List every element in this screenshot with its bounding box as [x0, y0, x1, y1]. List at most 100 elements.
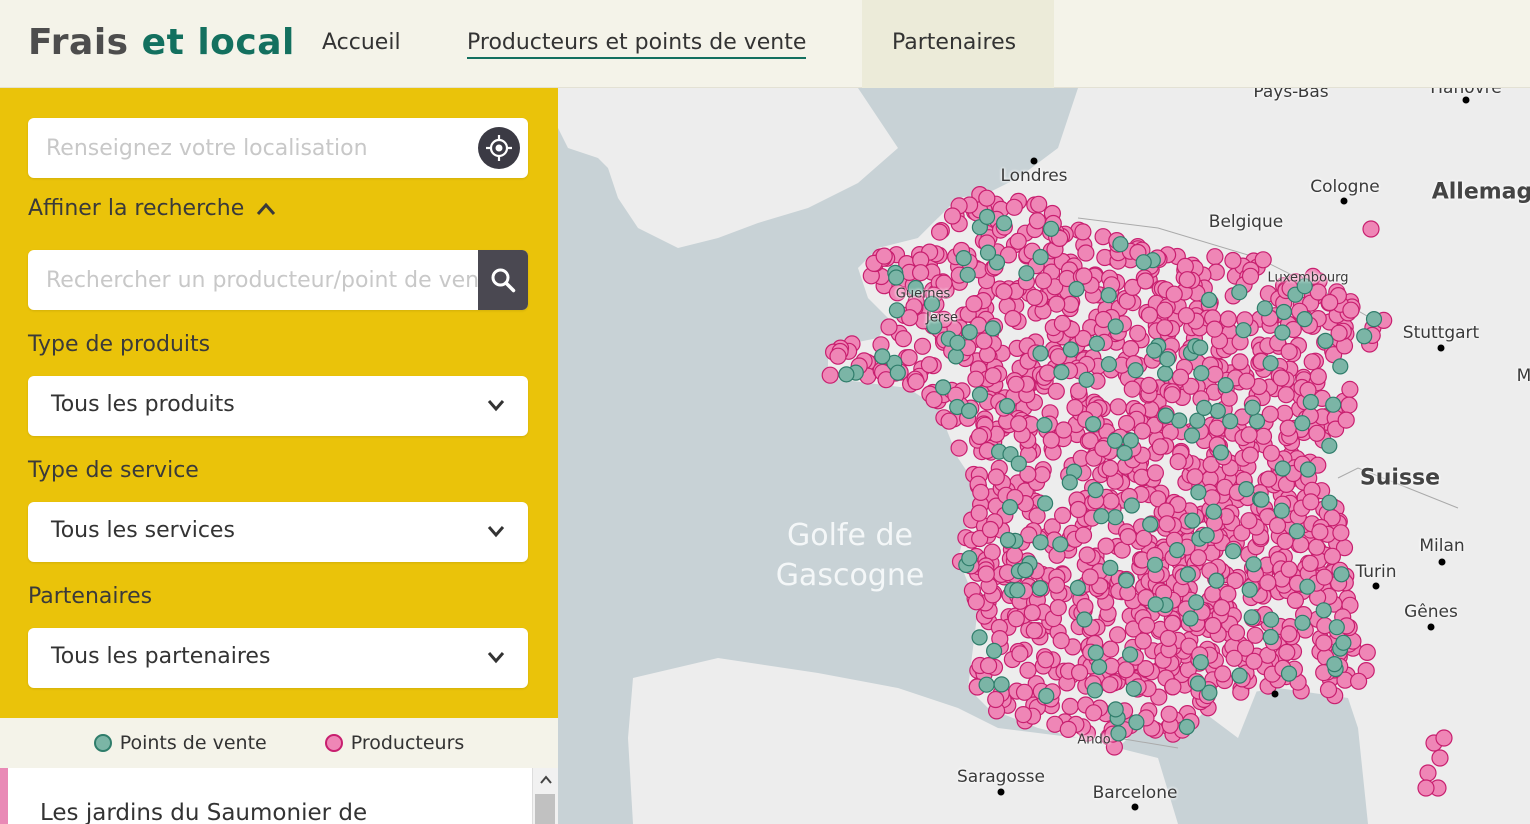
- store-marker[interactable]: [1116, 444, 1133, 462]
- results-scrollbar[interactable]: [532, 768, 558, 824]
- producer-marker[interactable]: [1311, 523, 1329, 541]
- producer-marker[interactable]: [987, 690, 1005, 709]
- store-marker[interactable]: [1142, 516, 1159, 533]
- store-marker[interactable]: [1037, 495, 1054, 512]
- producer-marker[interactable]: [1268, 516, 1287, 535]
- store-marker[interactable]: [1001, 499, 1019, 516]
- producer-marker[interactable]: [1227, 624, 1246, 642]
- producer-marker[interactable]: [1164, 678, 1182, 696]
- producer-marker[interactable]: [1049, 598, 1067, 617]
- store-marker[interactable]: [1076, 611, 1093, 628]
- store-marker[interactable]: [1321, 494, 1338, 511]
- producer-marker[interactable]: [1028, 212, 1046, 230]
- store-marker[interactable]: [1088, 335, 1106, 352]
- producer-marker[interactable]: [1085, 704, 1103, 722]
- store-marker[interactable]: [1193, 365, 1210, 382]
- producer-marker[interactable]: [1240, 512, 1258, 530]
- store-marker[interactable]: [1198, 527, 1215, 544]
- store-marker[interactable]: [1128, 714, 1145, 731]
- producer-marker[interactable]: [1163, 386, 1181, 404]
- producer-marker[interactable]: [984, 367, 1002, 385]
- producer-marker[interactable]: [1280, 343, 1298, 361]
- store-marker[interactable]: [1032, 345, 1049, 362]
- producer-marker[interactable]: [931, 223, 949, 241]
- producer-marker[interactable]: [1225, 649, 1243, 667]
- producer-marker[interactable]: [1275, 404, 1294, 422]
- store-marker[interactable]: [1018, 265, 1035, 282]
- store-marker[interactable]: [1135, 254, 1152, 271]
- producer-marker[interactable]: [1231, 353, 1249, 371]
- producer-marker[interactable]: [1140, 306, 1159, 324]
- producer-marker[interactable]: [1160, 705, 1178, 723]
- search-button[interactable]: [478, 250, 528, 310]
- store-marker[interactable]: [1087, 644, 1104, 661]
- producer-marker[interactable]: [821, 366, 839, 384]
- store-marker[interactable]: [1112, 236, 1129, 253]
- producer-marker[interactable]: [978, 189, 996, 207]
- store-marker[interactable]: [1121, 646, 1139, 663]
- store-marker[interactable]: [889, 364, 906, 381]
- producer-marker[interactable]: [1301, 554, 1319, 572]
- store-marker[interactable]: [1188, 594, 1205, 611]
- location-input[interactable]: [28, 118, 478, 178]
- producer-marker[interactable]: [967, 593, 985, 611]
- producer-marker[interactable]: [913, 337, 932, 355]
- producer-marker[interactable]: [972, 483, 990, 501]
- store-marker[interactable]: [1262, 355, 1279, 372]
- producer-marker[interactable]: [1034, 272, 1053, 290]
- store-marker[interactable]: [1299, 461, 1317, 478]
- store-marker[interactable]: [1110, 725, 1127, 742]
- store-marker[interactable]: [1062, 341, 1080, 358]
- store-marker[interactable]: [1031, 580, 1049, 597]
- producer-marker[interactable]: [1278, 643, 1296, 662]
- store-marker[interactable]: [1125, 680, 1142, 697]
- store-marker[interactable]: [1224, 543, 1242, 560]
- store-marker[interactable]: [1195, 399, 1213, 416]
- producer-marker[interactable]: [1066, 398, 1084, 417]
- producer-marker[interactable]: [1037, 651, 1055, 669]
- producer-marker[interactable]: [1419, 764, 1437, 782]
- store-marker[interactable]: [1275, 303, 1293, 321]
- site-logo[interactable]: Frais et local: [28, 22, 295, 63]
- store-marker[interactable]: [1328, 619, 1345, 636]
- producer-marker[interactable]: [1309, 367, 1327, 386]
- producer-marker[interactable]: [965, 295, 983, 313]
- store-marker[interactable]: [1036, 416, 1053, 434]
- producer-marker[interactable]: [894, 330, 912, 348]
- producer-marker[interactable]: [1302, 493, 1320, 511]
- producer-marker[interactable]: [1009, 232, 1027, 250]
- producer-marker[interactable]: [1169, 453, 1187, 471]
- store-marker[interactable]: [1093, 508, 1110, 525]
- producer-marker[interactable]: [1047, 576, 1066, 594]
- producer-marker[interactable]: [1136, 272, 1155, 290]
- producer-search-input[interactable]: [28, 250, 478, 310]
- service-type-select[interactable]: Tous les services: [28, 502, 528, 562]
- store-marker[interactable]: [999, 531, 1017, 549]
- producer-marker[interactable]: [1213, 599, 1231, 617]
- producer-marker[interactable]: [1308, 424, 1326, 442]
- store-marker[interactable]: [1296, 311, 1313, 328]
- store-marker[interactable]: [993, 676, 1010, 693]
- producer-marker[interactable]: [1178, 271, 1196, 289]
- store-marker[interactable]: [1168, 542, 1186, 559]
- producer-marker[interactable]: [1341, 380, 1359, 398]
- producer-marker[interactable]: [1189, 549, 1208, 567]
- store-marker[interactable]: [1262, 611, 1280, 628]
- store-marker[interactable]: [971, 629, 988, 646]
- producer-marker[interactable]: [1146, 464, 1165, 482]
- store-marker[interactable]: [935, 379, 952, 396]
- producer-marker[interactable]: [970, 427, 989, 445]
- store-marker[interactable]: [1244, 399, 1261, 416]
- store-marker[interactable]: [1017, 562, 1034, 579]
- store-marker[interactable]: [1302, 393, 1319, 411]
- scroll-thumb[interactable]: [535, 794, 555, 824]
- store-marker[interactable]: [999, 397, 1016, 415]
- producer-marker[interactable]: [1025, 621, 1043, 640]
- producer-marker[interactable]: [1337, 411, 1355, 429]
- producer-marker[interactable]: [1254, 427, 1273, 445]
- store-marker[interactable]: [1321, 437, 1338, 454]
- store-marker[interactable]: [1179, 566, 1197, 583]
- producer-marker[interactable]: [1214, 665, 1232, 683]
- producer-marker[interactable]: [1156, 319, 1174, 337]
- store-marker[interactable]: [874, 348, 891, 365]
